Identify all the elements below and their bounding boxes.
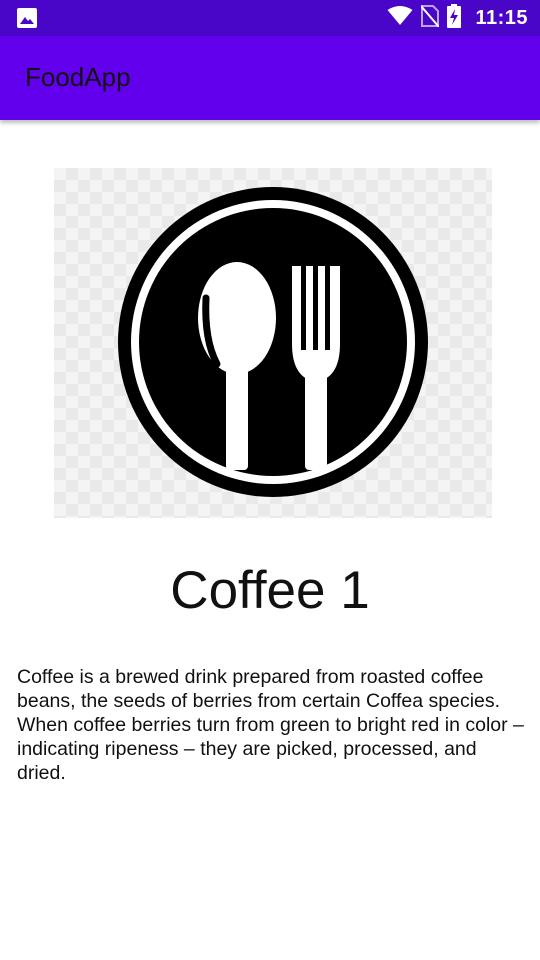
plate-spoon-fork-icon	[118, 187, 428, 497]
wifi-icon	[387, 5, 413, 31]
battery-charging-icon	[447, 3, 462, 33]
status-time: 11:15	[475, 6, 528, 29]
gallery-icon	[17, 8, 37, 28]
item-description: Coffee is a brewed drink prepared from r…	[17, 666, 524, 784]
no-sim-icon	[420, 4, 441, 32]
status-bar: 11:15	[0, 0, 540, 36]
app-title: FoodApp	[25, 62, 131, 92]
app-bar: FoodApp	[0, 36, 540, 120]
food-image	[54, 168, 492, 518]
item-title: Coffee 1	[170, 561, 370, 620]
